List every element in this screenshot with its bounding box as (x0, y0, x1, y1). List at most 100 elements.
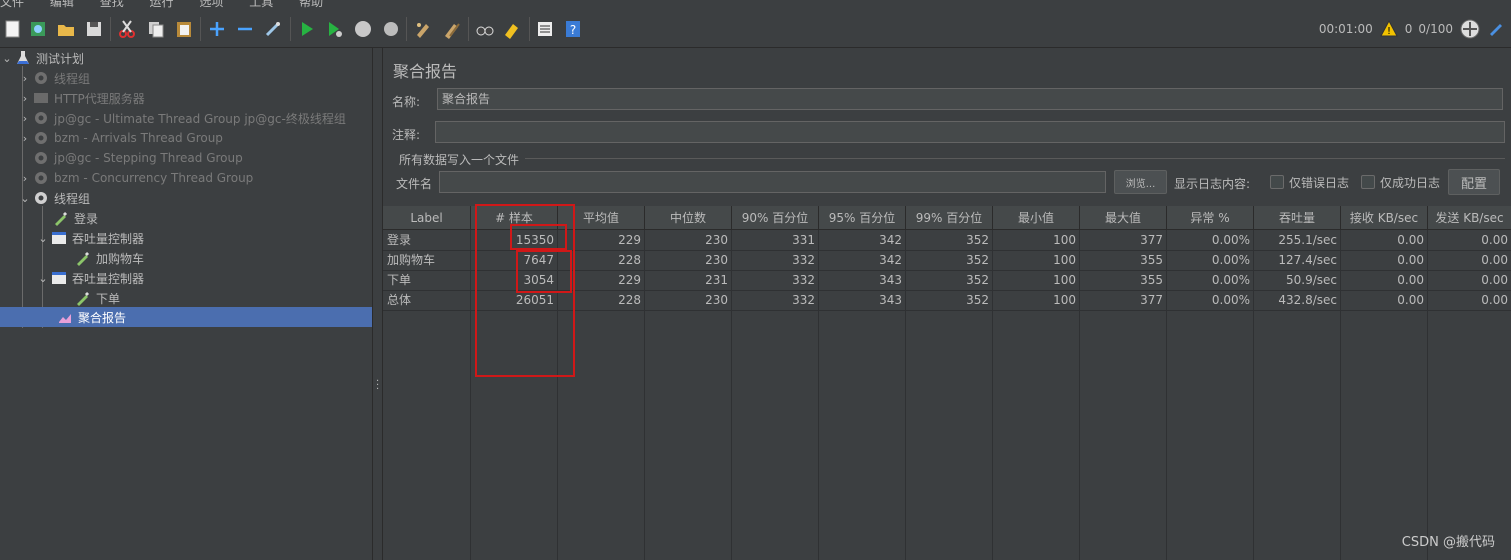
errors-only-checkbox[interactable] (1270, 175, 1284, 189)
tree-node-ultimate-thread-group[interactable]: › jp@gc - Ultimate Thread Group jp@gc-终极… (18, 108, 346, 128)
col-header-90pct[interactable]: 90% 百分位 (732, 206, 819, 230)
tree-node-stepping-thread-group[interactable]: jp@gc - Stepping Thread Group (18, 148, 243, 168)
function-helper-icon[interactable] (534, 18, 556, 40)
expand-icon[interactable] (206, 18, 228, 40)
menu-bar: 文件 编辑 查找 运行 选项 工具 帮助 (0, 0, 1511, 9)
comment-field[interactable] (435, 121, 1505, 143)
col-header-median[interactable]: 中位数 (645, 206, 732, 230)
col-header-99pct[interactable]: 99% 百分位 (906, 206, 993, 230)
menu-search[interactable]: 查找 (100, 0, 124, 10)
remote-engines-icon[interactable] (1459, 18, 1481, 40)
paste-icon[interactable] (173, 18, 195, 40)
flask-icon (14, 49, 32, 67)
clear-icon[interactable] (412, 18, 434, 40)
tree-node-throughput-controller-2[interactable]: ⌄ 吞吐量控制器 (36, 268, 144, 288)
filename-field[interactable] (439, 171, 1106, 193)
shutdown-icon[interactable] (380, 18, 402, 40)
menu-run[interactable]: 运行 (150, 0, 174, 10)
stop-icon[interactable] (352, 18, 374, 40)
toggle-icon[interactable] (262, 18, 284, 40)
help-icon[interactable]: ? (562, 18, 584, 40)
tree-node-add-cart-sampler[interactable]: 加购物车 (74, 248, 144, 268)
clear-all-icon[interactable] (441, 18, 463, 40)
active-threads: 0/100 (1418, 22, 1453, 36)
start-icon[interactable] (296, 18, 318, 40)
menu-file[interactable]: 文件 (0, 0, 24, 10)
menu-edit[interactable]: 编辑 (50, 0, 74, 10)
fieldset-title: 所有数据写入一个文件 (399, 153, 520, 167)
collapsed-arrow-icon[interactable]: › (18, 172, 32, 185)
new-icon[interactable] (2, 18, 24, 40)
cell-median: 230 (705, 293, 728, 307)
tree-node-test-plan[interactable]: ⌄ 测试计划 (0, 48, 84, 68)
col-header-label[interactable]: Label (383, 206, 471, 230)
cell-99pct: 352 (966, 293, 989, 307)
splitter-grip-icon[interactable]: · · · (376, 377, 379, 395)
annotation-box-login-samples (510, 224, 567, 250)
tree-node-throughput-controller-1[interactable]: ⌄ 吞吐量控制器 (36, 228, 144, 248)
menu-options[interactable]: 选项 (199, 0, 223, 10)
tree-node-thread-group-1[interactable]: › 线程组 (18, 68, 90, 88)
col-header-received[interactable]: 接收 KB/sec (1341, 206, 1428, 230)
proxy-icon (32, 89, 50, 107)
cell-throughput: 255.1/sec (1278, 233, 1337, 247)
warning-icon[interactable]: ! (1379, 19, 1399, 39)
col-header-min[interactable]: 最小值 (993, 206, 1080, 230)
cell-sent: 0.00 (1481, 233, 1508, 247)
cell-label: 登录 (387, 233, 412, 247)
success-only-checkbox[interactable] (1361, 175, 1375, 189)
configure-button[interactable]: 配置 (1448, 169, 1500, 195)
col-header-error-pct[interactable]: 异常 % (1167, 206, 1254, 230)
copy-icon[interactable] (145, 18, 167, 40)
cell-95pct: 342 (879, 253, 902, 267)
expand-arrow-icon[interactable]: ⌄ (18, 192, 32, 205)
open-icon[interactable] (55, 18, 77, 40)
tree-node-arrivals-thread-group[interactable]: › bzm - Arrivals Thread Group (18, 128, 223, 148)
cell-max: 355 (1140, 253, 1163, 267)
watermark: CSDN @搬代码 (1401, 535, 1495, 550)
col-header-throughput[interactable]: 吞吐量 (1254, 206, 1341, 230)
tree-node-order-sampler[interactable]: 下单 (74, 288, 120, 308)
cell-received: 0.00 (1397, 273, 1424, 287)
cell-label: 总体 (387, 293, 412, 307)
templates-icon[interactable] (27, 18, 49, 40)
collapsed-arrow-icon[interactable]: › (18, 132, 32, 145)
cell-label: 加购物车 (387, 253, 436, 267)
cell-received: 0.00 (1397, 253, 1424, 267)
collapsed-arrow-icon[interactable]: › (18, 72, 32, 85)
collapsed-arrow-icon[interactable]: › (18, 112, 32, 125)
panel-splitter[interactable]: · · · (373, 48, 381, 560)
save-icon[interactable] (83, 18, 105, 40)
browse-button[interactable]: 浏览... (1114, 170, 1167, 194)
log-viewer-icon[interactable] (1487, 20, 1505, 38)
expand-arrow-icon[interactable]: ⌄ (0, 52, 14, 65)
reset-search-icon[interactable] (501, 18, 523, 40)
menu-help[interactable]: 帮助 (299, 0, 323, 10)
collapsed-arrow-icon[interactable]: › (18, 92, 32, 105)
cell-throughput: 50.9/sec (1286, 273, 1337, 287)
tree-node-login-sampler[interactable]: 登录 (52, 208, 98, 228)
success-only-label: 仅成功日志 (1380, 176, 1441, 190)
col-header-sent[interactable]: 发送 KB/sec (1428, 206, 1511, 230)
gear-icon (32, 149, 50, 167)
cell-max: 377 (1140, 293, 1163, 307)
tree-node-concurrency-thread-group[interactable]: › bzm - Concurrency Thread Group (18, 168, 254, 188)
collapse-icon[interactable] (234, 18, 256, 40)
col-header-max[interactable]: 最大值 (1080, 206, 1167, 230)
cell-99pct: 352 (966, 253, 989, 267)
cut-icon[interactable] (116, 18, 138, 40)
filename-label: 文件名 (396, 177, 433, 191)
annotation-box-cart-order-samples (516, 250, 572, 293)
tree-node-http-proxy[interactable]: › HTTP代理服务器 (18, 88, 145, 108)
col-header-95pct[interactable]: 95% 百分位 (819, 206, 906, 230)
name-field[interactable]: 聚合报告 (437, 88, 1503, 110)
expand-arrow-icon[interactable]: ⌄ (36, 272, 50, 285)
expand-arrow-icon[interactable]: ⌄ (36, 232, 50, 245)
tree-node-aggregate-report[interactable]: 聚合报告 (0, 307, 372, 327)
tree-node-thread-group-active[interactable]: ⌄ 线程组 (18, 188, 90, 208)
gear-icon (32, 169, 50, 187)
menu-tools[interactable]: 工具 (249, 0, 273, 10)
search-icon[interactable] (474, 18, 496, 40)
cell-90pct: 331 (792, 233, 815, 247)
start-no-pauses-icon[interactable] (324, 18, 346, 40)
